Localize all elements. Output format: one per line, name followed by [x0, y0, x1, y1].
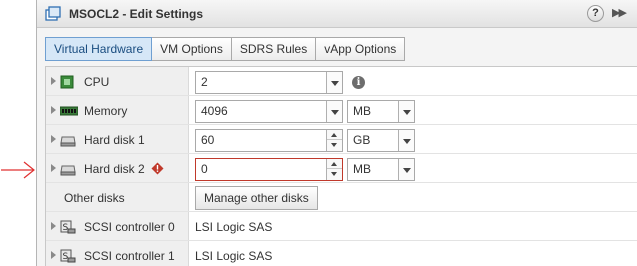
expand-caret-icon[interactable]: [51, 222, 56, 230]
row-scsi-controller-1: S SCSI controller 1 LSI Logic SAS: [46, 241, 637, 266]
hard-disk-2-unit-select[interactable]: MB: [347, 158, 415, 181]
edit-settings-dialog: MSOCL2 - Edit Settings ? ▶▶ Virtual Hard…: [36, 0, 637, 266]
row-scsi-controller-0: S SCSI controller 0 LSI Logic SAS: [46, 212, 637, 241]
expand-caret-icon[interactable]: [51, 106, 56, 114]
chevron-down-icon[interactable]: [398, 130, 414, 151]
row-cpu: CPU 2 i: [46, 67, 637, 96]
vm-icon: [45, 6, 61, 21]
memory-icon: [60, 106, 78, 116]
expand-caret-icon[interactable]: [51, 164, 56, 172]
info-icon[interactable]: i: [352, 76, 365, 89]
scsi-controller-1-type: LSI Logic SAS: [195, 249, 273, 263]
manage-other-disks-button[interactable]: Manage other disks: [195, 186, 318, 210]
row-hard-disk-2: Hard disk 2 0 MB: [46, 154, 637, 183]
tab-vapp-options[interactable]: vApp Options: [315, 37, 406, 61]
scsi-controller-icon: S: [60, 220, 76, 234]
chevron-down-icon[interactable]: [398, 159, 414, 180]
expand-caret-icon[interactable]: [51, 135, 56, 143]
chevron-down-icon[interactable]: [326, 101, 342, 122]
hard-disk-icon: [60, 136, 76, 147]
chevron-down-icon[interactable]: [326, 72, 342, 93]
decrement-icon[interactable]: [327, 169, 342, 179]
annotation-arrow-icon: [1, 161, 35, 179]
tab-virtual-hardware[interactable]: Virtual Hardware: [45, 37, 153, 61]
warning-icon: [151, 162, 164, 175]
decrement-icon[interactable]: [327, 140, 342, 150]
expand-icon[interactable]: ▶▶: [612, 6, 627, 19]
hard-disk-1-unit-select[interactable]: GB: [347, 129, 415, 152]
row-memory: Memory 4096 MB: [46, 96, 637, 125]
increment-icon[interactable]: [327, 130, 342, 140]
scsi-controller-icon: S: [60, 249, 76, 263]
cpu-icon: [60, 75, 74, 89]
scsi-controller-0-type: LSI Logic SAS: [195, 220, 273, 234]
scsi-controller-1-label: SCSI controller 1: [84, 249, 175, 263]
virtual-hardware-panel: CPU 2 i Memory 4096 MB Hard disk 1 60 GB…: [45, 66, 637, 266]
hard-disk-2-size-stepper[interactable]: 0: [195, 158, 343, 181]
dialog-title: MSOCL2 - Edit Settings: [69, 7, 204, 21]
scsi-controller-0-label: SCSI controller 0: [84, 220, 175, 234]
tab-bar: Virtual Hardware VM Options SDRS Rules v…: [45, 37, 406, 61]
memory-input[interactable]: 4096: [195, 100, 343, 123]
cpu-select[interactable]: 2: [195, 71, 343, 94]
memory-unit-select[interactable]: MB: [347, 100, 415, 123]
title-bar: MSOCL2 - Edit Settings ? ▶▶: [37, 0, 637, 28]
cpu-label: CPU: [84, 75, 110, 89]
help-icon[interactable]: ?: [587, 5, 604, 22]
hard-disk-1-label: Hard disk 1: [84, 133, 145, 147]
tab-vm-options[interactable]: VM Options: [151, 37, 232, 61]
increment-icon[interactable]: [327, 159, 342, 169]
hard-disk-1-size-stepper[interactable]: 60: [195, 129, 343, 152]
hard-disk-icon: [60, 165, 76, 176]
other-disks-label: Other disks: [64, 191, 125, 205]
row-other-disks: Other disks Manage other disks: [46, 183, 637, 212]
memory-label: Memory: [84, 104, 128, 118]
chevron-down-icon[interactable]: [398, 101, 414, 122]
hard-disk-2-label: Hard disk 2: [84, 162, 145, 176]
expand-caret-icon[interactable]: [51, 77, 56, 85]
tab-sdrs-rules[interactable]: SDRS Rules: [230, 37, 317, 61]
row-hard-disk-1: Hard disk 1 60 GB: [46, 125, 637, 154]
expand-caret-icon[interactable]: [51, 251, 56, 259]
